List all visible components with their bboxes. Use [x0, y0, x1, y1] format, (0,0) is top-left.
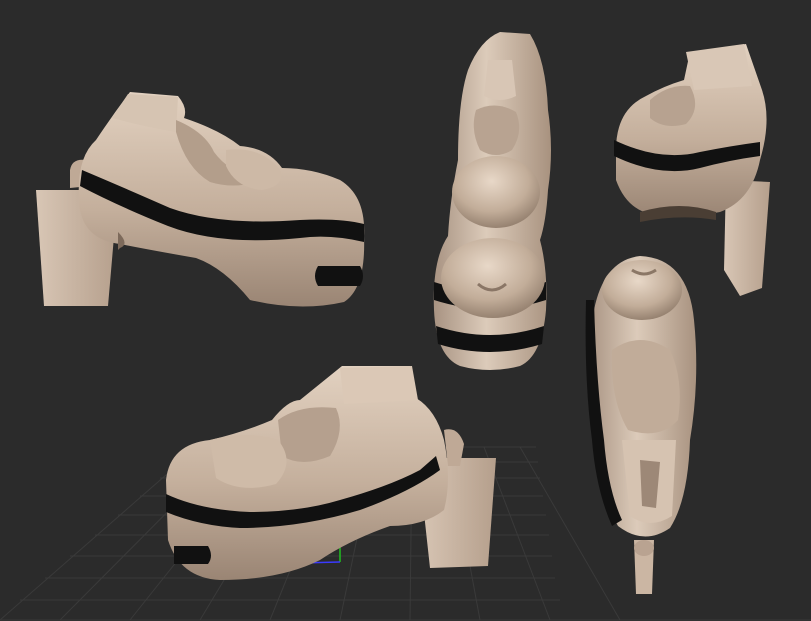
bottom-front-view[interactable]: [166, 366, 496, 580]
side-right-view[interactable]: [585, 256, 697, 594]
viewport-canvas[interactable]: [0, 0, 811, 621]
side-left-view[interactable]: [36, 92, 365, 307]
3d-viewport[interactable]: [0, 0, 811, 621]
top-view[interactable]: [433, 32, 551, 370]
